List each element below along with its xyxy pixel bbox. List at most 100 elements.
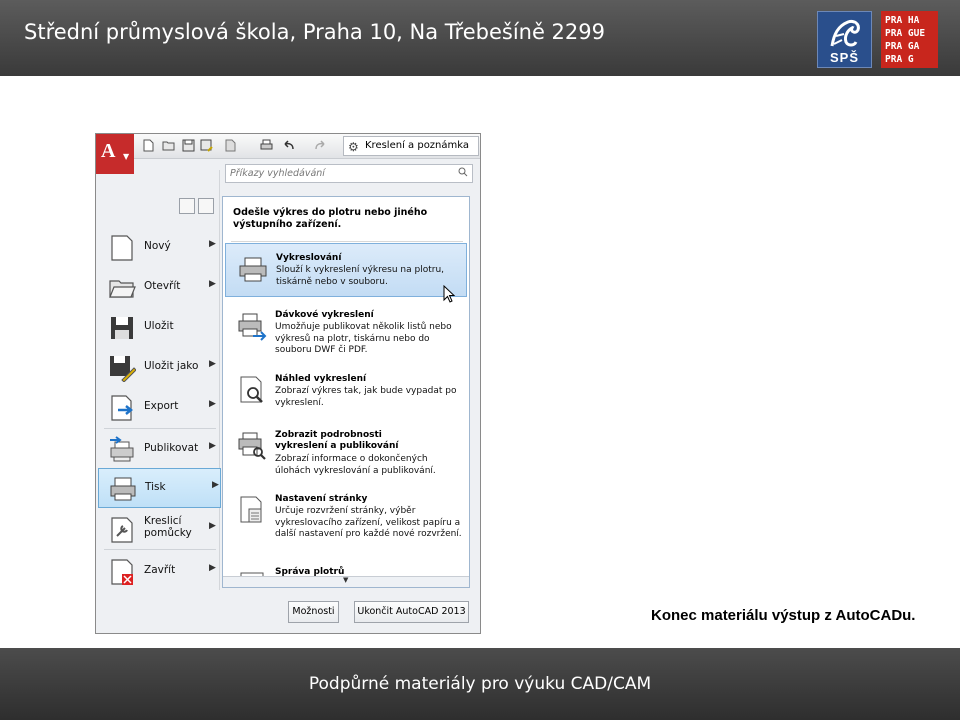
sps-logo: SPŠ bbox=[817, 11, 872, 68]
redo-icon[interactable] bbox=[314, 139, 327, 152]
application-menu-list: Nový ▶ Otevřít ▶ Uložit Uložit jako ▶ Ex… bbox=[96, 222, 224, 633]
open-icon[interactable] bbox=[162, 139, 175, 152]
exit-autocad-button[interactable]: Ukončit AutoCAD 2013 bbox=[354, 601, 469, 623]
menu-item-label: Uložit bbox=[144, 320, 174, 332]
plot-icon bbox=[239, 257, 267, 282]
submenu-item-title: Vykreslování bbox=[276, 253, 342, 263]
header-bar: Střední průmyslová škola, Praha 10, Na T… bbox=[0, 0, 960, 76]
chevron-down-icon: ▼ bbox=[343, 576, 349, 584]
submenu-item-plot-details[interactable]: Zobrazit podrobnosti vykreslení a publik… bbox=[225, 421, 467, 481]
panel-divider bbox=[231, 241, 463, 242]
mouse-cursor-icon bbox=[443, 285, 456, 303]
menu-item-label: Tisk bbox=[145, 481, 166, 493]
praha-logo-line: PRA GUE bbox=[885, 28, 926, 39]
scroll-down-bar[interactable]: ▼ bbox=[223, 576, 469, 587]
plot-icon[interactable] bbox=[260, 139, 273, 152]
submenu-item-plot-preview[interactable]: Náhled vykreslení Zobrazí výkres tak, ja… bbox=[225, 365, 467, 415]
menu-item-close[interactable]: Zavřít ▶ bbox=[98, 552, 220, 590]
close-file-icon bbox=[111, 559, 133, 585]
search-icon bbox=[458, 167, 468, 177]
chevron-right-icon: ▶ bbox=[212, 480, 219, 490]
menu-item-open[interactable]: Otevřít ▶ bbox=[98, 268, 220, 306]
submenu-item-desc: Umožňuje publikovat několik listů nebo v… bbox=[275, 322, 452, 355]
gear-icon: ⚙ bbox=[348, 140, 359, 154]
chevron-down-icon: ▼ bbox=[123, 152, 130, 161]
plot-details-icon bbox=[238, 432, 266, 460]
praha-logo-line: PRA G bbox=[885, 54, 914, 65]
printer-icon bbox=[110, 477, 136, 501]
header-title: Střední průmyslová škola, Praha 10, Na T… bbox=[24, 20, 605, 44]
recent-documents-icon[interactable] bbox=[179, 198, 195, 214]
chevron-right-icon: ▶ bbox=[209, 399, 216, 409]
menu-item-label: Kreslicí pomůcky bbox=[144, 515, 192, 539]
submenu-item-page-setup[interactable]: Nastavení stránky Určuje rozvržení strán… bbox=[225, 485, 467, 557]
menu-item-save[interactable]: Uložit bbox=[98, 308, 220, 346]
menu-item-label: Nový bbox=[144, 240, 171, 252]
submenu-item-plot[interactable]: Vykreslování Slouží k vykreslení výkresu… bbox=[225, 243, 467, 297]
undo-icon[interactable] bbox=[282, 139, 295, 152]
chevron-right-icon: ▶ bbox=[209, 563, 216, 573]
open-documents-icon[interactable] bbox=[198, 198, 214, 214]
chevron-right-icon: ▶ bbox=[209, 359, 216, 369]
save-as-icon bbox=[110, 356, 136, 382]
autocad-logo-icon: A bbox=[101, 140, 116, 162]
workspace-dropdown[interactable]: ⚙ Kreslení a poznámka bbox=[343, 136, 479, 156]
submenu-item-desc: Zobrazí výkres tak, jak bude vypadat po … bbox=[275, 386, 457, 408]
menu-item-drawing-utilities[interactable]: Kreslicí pomůcky ▶ bbox=[98, 510, 220, 548]
slide-caption: Konec materiálu výstup z AutoCADu. bbox=[651, 607, 916, 624]
sps-logo-text: SPŠ bbox=[829, 50, 859, 65]
chevron-right-icon: ▶ bbox=[209, 521, 216, 531]
save-icon[interactable] bbox=[182, 139, 195, 152]
menu-item-label: Publikovat bbox=[144, 442, 199, 454]
drawing-utilities-icon bbox=[111, 517, 133, 543]
menu-separator bbox=[104, 549, 216, 550]
menu-item-publish[interactable]: Publikovat ▶ bbox=[98, 430, 220, 468]
workspace-label: Kreslení a poznámka bbox=[365, 140, 470, 151]
new-file-icon bbox=[111, 235, 133, 261]
menu-item-save-as[interactable]: Uložit jako ▶ bbox=[98, 348, 220, 386]
menu-item-export[interactable]: Export ▶ bbox=[98, 388, 220, 426]
menu-item-new[interactable]: Nový ▶ bbox=[98, 228, 220, 266]
save-disk-icon bbox=[111, 317, 133, 339]
praha-logo-line: PRA HA bbox=[885, 15, 920, 26]
submenu-item-desc: Slouží k vykreslení výkresu na plotru, t… bbox=[276, 265, 445, 287]
search-placeholder: Příkazy vyhledávání bbox=[230, 168, 325, 179]
submenu-item-title: Zobrazit podrobnosti vykreslení a publik… bbox=[275, 430, 399, 451]
quick-access-toolbar: ⚙ Kreslení a poznámka bbox=[96, 134, 480, 159]
chevron-right-icon: ▶ bbox=[209, 239, 216, 249]
command-search-input[interactable]: Příkazy vyhledávání bbox=[225, 164, 473, 183]
export-icon bbox=[111, 395, 134, 421]
praha-logo: PRA HA PRA GUE PRA GA PRA G bbox=[881, 11, 938, 68]
dragon-icon bbox=[830, 20, 860, 47]
menu-item-label: Otevřít bbox=[144, 280, 181, 292]
save-as-icon[interactable] bbox=[200, 139, 213, 152]
application-button[interactable]: A ▼ bbox=[96, 134, 134, 174]
new-icon[interactable] bbox=[142, 139, 155, 152]
submenu-item-desc: Zobrazí informace o dokončených úlohách … bbox=[275, 454, 436, 476]
autocad-application-menu: ⚙ Kreslení a poznámka A ▼ Příkazy vyhled… bbox=[95, 133, 481, 634]
footer-text: Podpůrné materiály pro výuku CAD/CAM bbox=[308, 674, 652, 694]
menu-item-label: Uložit jako bbox=[144, 360, 199, 372]
submenu-item-title: Nastavení stránky bbox=[275, 494, 368, 504]
submenu-item-batch-plot[interactable]: Dávkové vykreslení Umožňuje publikovat n… bbox=[225, 301, 467, 361]
submenu-item-desc: Určuje rozvržení stránky, výběr vykreslo… bbox=[275, 506, 462, 539]
page-setup-icon bbox=[240, 496, 262, 523]
publish-icon bbox=[110, 436, 134, 462]
menu-separator bbox=[104, 428, 216, 429]
print-submenu-panel: Odešle výkres do plotru nebo jiného výst… bbox=[222, 196, 470, 588]
batch-plot-icon bbox=[238, 313, 267, 341]
footer-bar: Podpůrné materiály pro výuku CAD/CAM bbox=[0, 648, 960, 720]
panel-heading: Odešle výkres do plotru nebo jiného výst… bbox=[233, 207, 428, 230]
menu-item-print[interactable]: Tisk ▶ bbox=[98, 468, 221, 508]
menu-item-label: Export bbox=[144, 400, 179, 412]
submenu-item-title: Dávkové vykreslení bbox=[275, 310, 374, 320]
chevron-right-icon: ▶ bbox=[209, 279, 216, 289]
web-mobile-icon[interactable] bbox=[224, 139, 237, 152]
praha-logo-line: PRA GA bbox=[885, 41, 920, 52]
options-button[interactable]: Možnosti bbox=[288, 601, 339, 623]
menu-item-label: Zavřít bbox=[144, 564, 176, 576]
open-folder-icon bbox=[109, 280, 136, 298]
plot-preview-icon bbox=[240, 376, 263, 403]
chevron-right-icon: ▶ bbox=[209, 441, 216, 451]
submenu-item-title: Náhled vykreslení bbox=[275, 374, 367, 384]
